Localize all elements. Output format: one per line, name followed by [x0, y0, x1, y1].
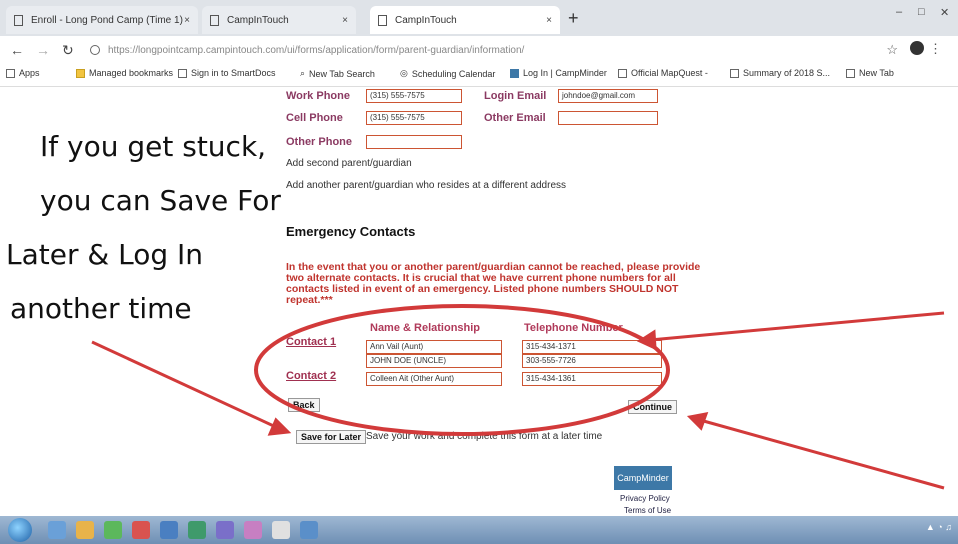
name-relationship-header: Name & Relationship — [370, 322, 481, 334]
search-icon: ⌕ — [300, 68, 306, 78]
browser-tab-1[interactable]: Enroll - Long Pond Camp (Time 1) × — [6, 6, 198, 34]
url-field[interactable]: https://longpointcamp.campintouch.com/ui… — [90, 41, 860, 59]
other-email-label: Other Email — [484, 112, 546, 124]
contact-1-label: Contact 1 — [286, 336, 337, 348]
bookmark-apps[interactable]: Apps — [6, 68, 40, 78]
contact-2-label: Contact 2 — [286, 370, 337, 382]
maximize-icon[interactable]: □ — [918, 6, 925, 18]
windows-taskbar: ▲ ◔ ♫ — [0, 516, 958, 544]
contact-1-relation-field[interactable]: JOHN DOE (UNCLE) — [366, 354, 502, 368]
annotation-line-1: If you get stuck, — [40, 130, 267, 163]
continue-button[interactable]: Continue — [628, 400, 677, 414]
close-icon[interactable]: × — [184, 15, 190, 26]
new-tab-button[interactable]: + — [568, 8, 579, 29]
save-for-later-button[interactable]: Save for Later — [296, 430, 367, 444]
annotation-line-2: you can Save For — [40, 184, 281, 217]
contact-2-phone-field[interactable]: 315-434-1361 — [522, 372, 662, 386]
lock-icon — [90, 45, 100, 55]
bookmark-summary[interactable]: Summary of 2018 S... — [730, 68, 830, 78]
folder-icon[interactable] — [76, 521, 94, 539]
profile-icon[interactable] — [910, 41, 924, 55]
document-icon — [14, 14, 23, 26]
contact-2-name-field[interactable]: Colleen Ait (Other Aunt) — [366, 372, 502, 386]
back-arrow-icon[interactable]: ← — [10, 42, 24, 58]
telephone-header: Telephone Number — [524, 322, 623, 334]
apps-icon — [6, 68, 15, 78]
globe-icon: ◎ — [400, 68, 408, 78]
bookmark-mapquest[interactable]: Official MapQuest - — [618, 68, 708, 78]
contact-1-phone-field[interactable]: 315-434-1371 — [522, 340, 662, 354]
word-icon[interactable] — [160, 521, 178, 539]
add-second-parent-link[interactable]: Add second parent/guardian — [286, 158, 412, 169]
bookmark-campminder[interactable]: Log In | CampMinder — [510, 68, 607, 78]
add-another-parent-link[interactable]: Add another parent/guardian who resides … — [286, 180, 566, 191]
annotation-line-3: Later & Log In — [6, 238, 204, 271]
folder-icon — [76, 68, 85, 78]
app-icon[interactable] — [244, 521, 262, 539]
bookmark-newtab[interactable]: New Tab — [846, 68, 894, 78]
close-icon[interactable]: × — [342, 15, 348, 26]
emergency-notice: In the event that you or another parent/… — [286, 261, 701, 306]
document-icon — [378, 14, 387, 26]
cell-phone-label: Cell Phone — [286, 112, 343, 124]
map-icon — [618, 68, 627, 78]
emergency-contacts-heading: Emergency Contacts — [286, 224, 416, 239]
explorer-icon[interactable] — [48, 521, 66, 539]
app-icon[interactable] — [300, 521, 318, 539]
close-icon[interactable]: × — [546, 15, 552, 26]
login-email-field[interactable]: johndoe@gmail.com — [558, 89, 658, 103]
login-email-label: Login Email — [484, 90, 547, 102]
work-phone-label: Work Phone — [286, 90, 350, 102]
app-icon[interactable] — [216, 521, 234, 539]
app-icon[interactable] — [132, 521, 150, 539]
other-phone-field[interactable] — [366, 135, 462, 149]
browser-tab-3[interactable]: CampInTouch × — [370, 6, 560, 34]
document-icon — [178, 68, 187, 78]
bookmarks-bar: Apps Managed bookmarks Sign in to SmartD… — [0, 64, 958, 87]
address-bar: ← → ↻ https://longpointcamp.campintouch.… — [0, 36, 958, 65]
app-icon[interactable] — [272, 521, 290, 539]
close-window-icon[interactable]: ✕ — [940, 6, 949, 19]
save-for-later-description: Save your work and complete this form at… — [366, 431, 603, 442]
bookmark-scheduling[interactable]: ◎ Scheduling Calendar — [400, 68, 495, 79]
work-phone-field[interactable]: (315) 555-7575 — [366, 89, 462, 103]
cell-phone-field[interactable]: (315) 555-7575 — [366, 111, 462, 125]
annotation-line-4: another time — [10, 292, 192, 325]
system-tray[interactable]: ▲ ◔ ♫ — [926, 522, 952, 532]
document-icon — [730, 68, 739, 78]
reload-icon[interactable]: ↻ — [62, 42, 74, 59]
browser-tab-bar: Enroll - Long Pond Camp (Time 1) × CampI… — [0, 0, 958, 36]
campminder-logo[interactable]: CampMinder — [614, 466, 672, 490]
contact-1-name-field[interactable]: Ann Vail (Aunt) — [366, 340, 502, 354]
contact-1-phone2-field[interactable]: 303-555-7726 — [522, 354, 662, 368]
forward-arrow-icon[interactable]: → — [36, 42, 50, 58]
minimize-icon[interactable]: – — [896, 6, 902, 18]
bookmark-smartdocs[interactable]: Sign in to SmartDocs — [178, 68, 276, 78]
star-icon[interactable]: ☆ — [886, 42, 898, 58]
browser-tab-2[interactable]: CampInTouch × — [202, 6, 356, 34]
bookmark-newtab-search[interactable]: ⌕ New Tab Search — [300, 68, 375, 79]
other-phone-label: Other Phone — [286, 136, 353, 148]
privacy-policy-link[interactable]: Privacy Policy — [620, 494, 670, 503]
campminder-icon — [510, 68, 519, 78]
other-email-field[interactable] — [558, 111, 658, 125]
menu-icon[interactable]: ⋮ — [929, 41, 942, 57]
terms-of-use-link[interactable]: Terms of Use — [624, 506, 671, 515]
back-button[interactable]: Back — [288, 398, 320, 412]
excel-icon[interactable] — [188, 521, 206, 539]
document-icon — [846, 68, 855, 78]
bookmark-managed[interactable]: Managed bookmarks — [76, 68, 173, 78]
chrome-icon[interactable] — [104, 521, 122, 539]
document-icon — [210, 14, 219, 26]
start-button[interactable] — [8, 518, 32, 542]
